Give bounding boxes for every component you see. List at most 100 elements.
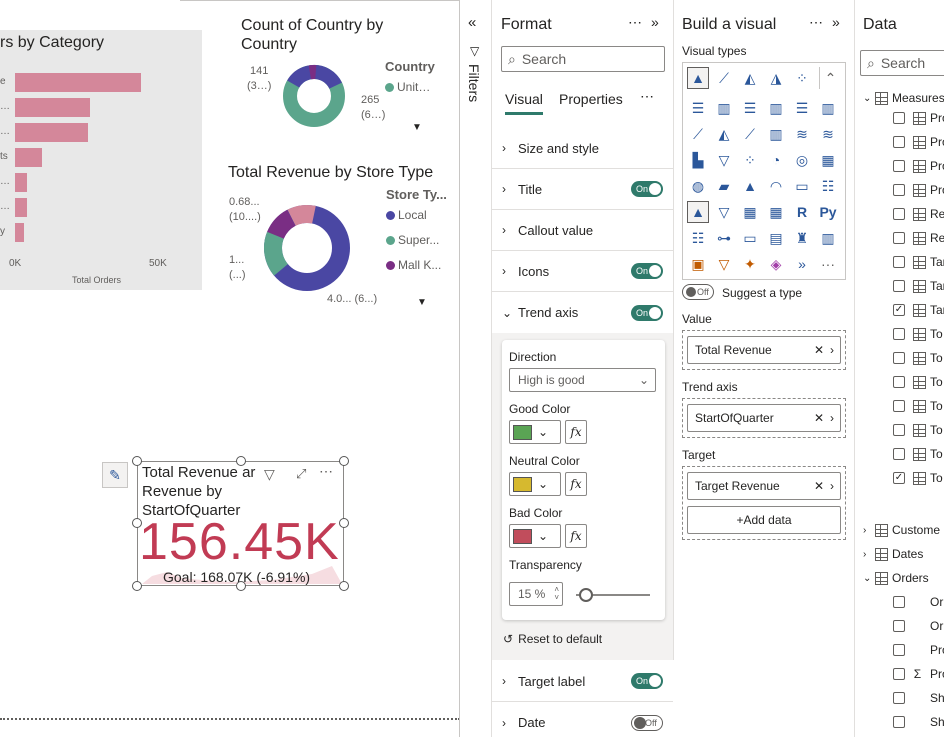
python-visual-icon[interactable]: Py bbox=[817, 201, 839, 223]
donut1-legend-item[interactable]: Unit… bbox=[385, 80, 430, 94]
format-painter-icon[interactable]: ✎ bbox=[102, 462, 128, 488]
neutral-color-picker[interactable]: ⌄ fx bbox=[509, 472, 587, 496]
bar[interactable] bbox=[15, 198, 27, 217]
treemap-icon[interactable]: ▦ bbox=[817, 149, 839, 171]
chevron-right-icon[interactable]: › bbox=[830, 411, 834, 425]
close-icon[interactable]: ✕ bbox=[814, 411, 824, 425]
area-chart-icon[interactable]: ◭ bbox=[739, 67, 761, 89]
chevrons-icon[interactable]: » bbox=[791, 253, 813, 275]
fx-button[interactable]: fx bbox=[565, 524, 587, 548]
section-title[interactable]: › Title On bbox=[492, 169, 673, 210]
bar-100-icon[interactable]: ☰ bbox=[791, 97, 813, 119]
bar[interactable] bbox=[15, 148, 42, 167]
scatter-icon[interactable]: ⁘ bbox=[739, 149, 761, 171]
field-checkbox[interactable] bbox=[893, 376, 905, 388]
spinner-arrows-icon[interactable]: ˄ ˅ bbox=[554, 586, 559, 602]
donut1-chart[interactable] bbox=[281, 63, 347, 129]
value-well[interactable]: Total Revenue ✕ › bbox=[682, 330, 846, 370]
chevron-up-icon[interactable]: ⌃ bbox=[819, 67, 841, 89]
resize-handle[interactable] bbox=[339, 581, 349, 591]
close-icon[interactable]: ✕ bbox=[814, 343, 824, 357]
resize-handle[interactable] bbox=[339, 456, 349, 466]
map-icon[interactable]: ◍ bbox=[687, 175, 709, 197]
more-visuals-icon[interactable]: ··· bbox=[817, 253, 839, 275]
data-search-input[interactable]: ⌕ Search bbox=[860, 50, 944, 76]
field-checkbox[interactable] bbox=[893, 328, 905, 340]
icons-toggle[interactable]: On bbox=[631, 263, 663, 279]
chevron-right-icon[interactable]: › bbox=[830, 479, 834, 493]
field-checkbox[interactable] bbox=[893, 112, 905, 124]
order-field-item[interactable]: Sh bbox=[893, 686, 944, 710]
more-options-icon[interactable]: ⋯ bbox=[640, 88, 654, 105]
field-checkbox[interactable] bbox=[893, 400, 905, 412]
donut-chart-icon[interactable]: ◎ bbox=[791, 149, 813, 171]
more-options-icon[interactable]: ⋯ bbox=[628, 14, 642, 31]
decomposition-tree-icon[interactable]: ⊶ bbox=[713, 227, 735, 249]
field-checkbox[interactable] bbox=[893, 644, 905, 656]
line-chart-icon[interactable]: ⟋ bbox=[713, 67, 735, 89]
suggest-toggle[interactable]: Off bbox=[682, 284, 714, 300]
donut2-legend-item[interactable]: Super... bbox=[386, 233, 439, 247]
field-checkbox[interactable] bbox=[893, 136, 905, 148]
order-field-item[interactable]: Or bbox=[893, 590, 943, 614]
more-options-icon[interactable]: ⋯ bbox=[319, 463, 333, 480]
bad-color-picker[interactable]: ⌄ fx bbox=[509, 524, 587, 548]
good-color-picker[interactable]: ⌄ fx bbox=[509, 420, 587, 444]
waterfall-icon[interactable]: ▙ bbox=[687, 149, 709, 171]
paginated-report-icon[interactable]: ▥ bbox=[817, 227, 839, 249]
donut2-chart[interactable] bbox=[261, 202, 353, 294]
field-checkbox[interactable] bbox=[893, 716, 905, 728]
add-data-button[interactable]: +Add data bbox=[687, 506, 841, 534]
field-checkbox[interactable] bbox=[893, 232, 905, 244]
line-column-icon[interactable]: ⟋ bbox=[739, 123, 761, 145]
section-icons[interactable]: › Icons On bbox=[492, 251, 673, 292]
section-size-and-style[interactable]: › Size and style bbox=[492, 128, 673, 169]
matrix-icon[interactable]: ▦ bbox=[765, 201, 787, 223]
bar[interactable] bbox=[15, 123, 88, 142]
transparency-spinner[interactable]: 15 % ˄ ˅ bbox=[509, 582, 563, 606]
pie-chart-icon[interactable]: ◔ bbox=[765, 149, 787, 171]
order-field-item[interactable]: Or bbox=[893, 614, 943, 638]
measure-field-item[interactable]: To bbox=[893, 394, 943, 418]
field-checkbox[interactable] bbox=[893, 620, 905, 632]
orders-table[interactable]: ⌄ Orders bbox=[863, 566, 929, 590]
measure-field-item[interactable]: ✓ To bbox=[893, 466, 943, 490]
section-target-label[interactable]: › Target label On bbox=[492, 661, 673, 702]
table-icon[interactable]: ▦ bbox=[739, 201, 761, 223]
stacked-bar-icon[interactable]: ☰ bbox=[687, 97, 709, 119]
measure-field-item[interactable]: Pro bbox=[893, 106, 944, 130]
resize-handle[interactable] bbox=[339, 518, 349, 528]
close-icon[interactable]: ✕ bbox=[814, 479, 824, 493]
measure-field-item[interactable]: Re bbox=[893, 226, 944, 250]
tab-properties[interactable]: Properties bbox=[559, 91, 623, 107]
legend-scroll-down-icon[interactable]: ▼ bbox=[412, 122, 422, 133]
line-stacked-icon[interactable]: ▥ bbox=[765, 123, 787, 145]
field-checkbox[interactable] bbox=[893, 352, 905, 364]
transparency-slider-thumb[interactable] bbox=[579, 588, 593, 602]
key-influencers-icon[interactable]: ☷ bbox=[687, 227, 709, 249]
funnel-icon[interactable]: ▽ bbox=[713, 149, 735, 171]
format-search-input[interactable]: ⌕ Search bbox=[501, 46, 665, 72]
resize-handle[interactable] bbox=[236, 456, 246, 466]
measure-field-item[interactable]: To bbox=[893, 370, 943, 394]
trend-field-pill[interactable]: StartOfQuarter ✕ › bbox=[687, 404, 841, 432]
field-checkbox[interactable] bbox=[893, 208, 905, 220]
sparkle-icon[interactable]: ✦ bbox=[739, 253, 761, 275]
kpi-icon[interactable]: ▲ bbox=[687, 201, 709, 223]
field-checkbox[interactable] bbox=[893, 184, 905, 196]
fx-button[interactable]: fx bbox=[565, 472, 587, 496]
measure-field-item[interactable]: To bbox=[893, 322, 943, 346]
bar[interactable] bbox=[15, 173, 27, 192]
chevron-right-icon[interactable]: › bbox=[830, 343, 834, 357]
card-icon[interactable]: ▭ bbox=[791, 175, 813, 197]
ribbon-icon[interactable]: ≋ bbox=[817, 123, 839, 145]
resize-handle[interactable] bbox=[132, 456, 142, 466]
resize-handle[interactable] bbox=[132, 581, 142, 591]
color-dropdown[interactable]: ⌄ bbox=[509, 524, 561, 548]
bar[interactable] bbox=[15, 73, 141, 92]
kpi-visual-icon[interactable]: ▲ bbox=[687, 67, 709, 89]
bar[interactable] bbox=[15, 223, 24, 242]
measure-field-item[interactable]: Tar bbox=[893, 250, 944, 274]
area-chart-icon[interactable]: ◭ bbox=[713, 123, 735, 145]
target-field-pill[interactable]: Target Revenue ✕ › bbox=[687, 472, 841, 500]
